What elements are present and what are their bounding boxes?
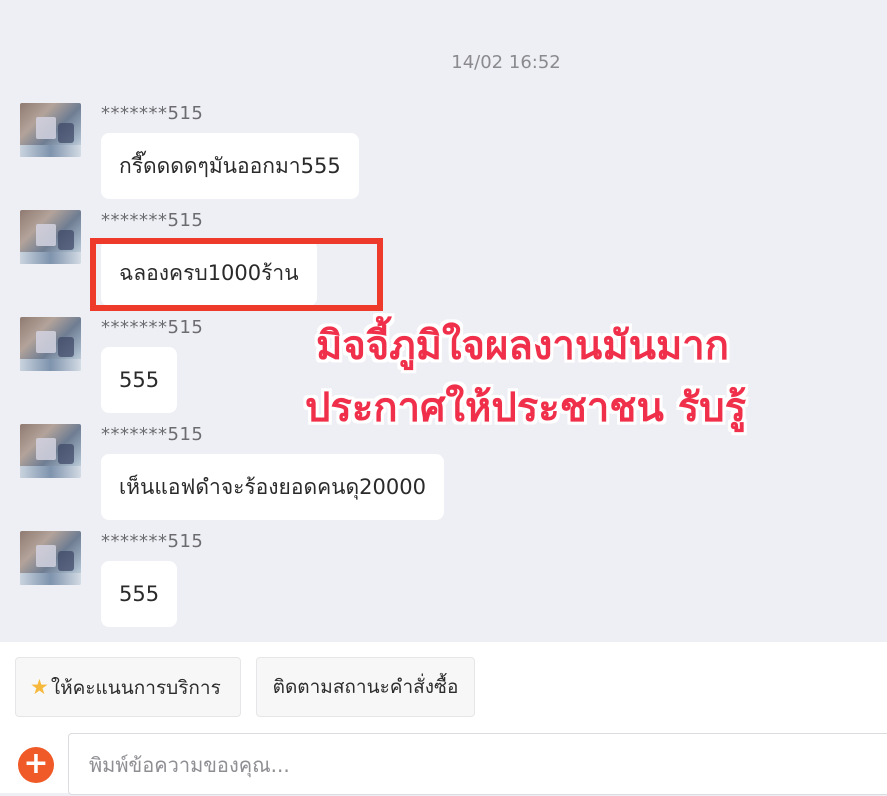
sender-name: *******515: [101, 103, 204, 124]
rate-service-label: ให้คะแนนการบริการ: [50, 677, 221, 699]
sender-name: *******515: [101, 210, 204, 231]
sender-avatar[interactable]: [20, 531, 81, 585]
star-icon: ★: [30, 675, 49, 699]
track-order-label: ติดตามสถานะคำสั่งซื้อ: [272, 676, 459, 698]
chat-timestamp: 14/02 16:52: [451, 52, 561, 73]
chat-area[interactable]: 14/02 16:52 *******515 กรี๊ดดดดๆมันออกมา…: [0, 0, 887, 642]
sender-avatar[interactable]: [20, 103, 81, 157]
message-bubble[interactable]: 555: [101, 561, 178, 627]
highlight-box: [90, 238, 383, 311]
rate-service-button[interactable]: ★ ให้คะแนนการบริการ: [15, 657, 241, 717]
sender-name: *******515: [101, 531, 204, 552]
bottom-panel: ★ ให้คะแนนการบริการ ติดตามสถานะคำสั่งซื้อ…: [0, 642, 887, 795]
track-order-button[interactable]: ติดตามสถานะคำสั่งซื้อ: [256, 657, 475, 717]
sender-avatar[interactable]: [20, 424, 81, 478]
message-bubble[interactable]: เห็นแอฟดำจะร้องยอดคนดุ20000: [101, 454, 444, 520]
sender-avatar[interactable]: [20, 317, 81, 371]
message-bubble[interactable]: กรี๊ดดดดๆมันออกมา555: [101, 133, 359, 199]
sender-name: *******515: [101, 424, 204, 445]
overlay-caption-line-1: มิจจี้ภูมิใจผลงานมันมาก: [316, 323, 729, 369]
message-input-placeholder: พิมพ์ข้อความของคุณ...: [89, 753, 290, 777]
plus-icon[interactable]: +: [18, 747, 54, 783]
message-input[interactable]: พิมพ์ข้อความของคุณ...: [68, 733, 887, 795]
sender-avatar[interactable]: [20, 210, 81, 264]
overlay-caption-line-2: ประกาศให้ประชาชน รับรู้: [305, 385, 747, 431]
message-bubble[interactable]: 555: [101, 347, 178, 413]
sender-name: *******515: [101, 317, 204, 338]
